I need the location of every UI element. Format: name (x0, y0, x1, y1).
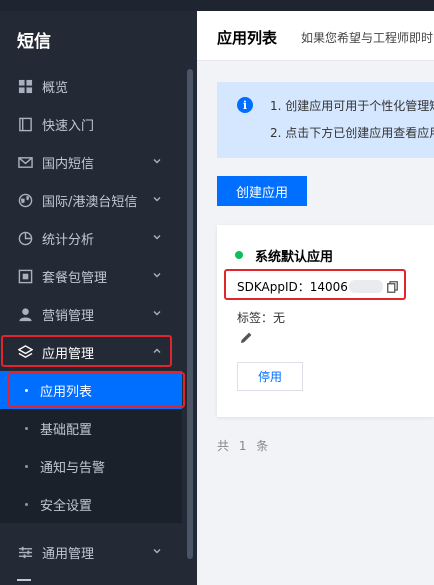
chevron-down-icon (153, 159, 161, 164)
chevron-up-icon (153, 348, 161, 353)
bullet-icon (25, 426, 28, 430)
sidebar-item-label: 通用管理 (42, 546, 95, 562)
tags-value: 无 (273, 311, 286, 325)
sidebar-subitem-basic-config[interactable]: 基础配置 (0, 409, 182, 447)
sdk-value: 14006 (309, 279, 348, 294)
top-bar (0, 0, 434, 11)
info-notice: i 1. 创建应用可用于个性化管理短 2. 点击下方已创建应用查看应用 (217, 82, 434, 158)
sidebar-item-label: 统计分析 (42, 232, 95, 248)
sidebar-item-label: 应用管理 (42, 346, 95, 362)
sdk-app-id: SDKAppID： 14006 (237, 278, 398, 295)
app-card[interactable]: 系统默认应用 SDKAppID： 14006 标签：无 停用 (217, 225, 434, 417)
total-count: 共 1 条 (217, 439, 272, 453)
package-icon (17, 268, 33, 284)
app-name: 系统默认应用 (255, 250, 334, 265)
sidebar-item-label: 概览 (42, 80, 69, 96)
bullet-icon (25, 502, 28, 506)
status-dot (235, 251, 243, 259)
info-icon: i (237, 97, 253, 113)
sidebar-item-label: 营销管理 (42, 308, 95, 324)
sidebar-item-quickstart[interactable]: 快速入门 (0, 105, 182, 143)
create-app-button[interactable]: 创建应用 (217, 176, 307, 206)
mail-icon (17, 154, 33, 170)
sidebar-subitem-security[interactable]: 安全设置 (0, 485, 182, 523)
redacted-area (348, 280, 383, 293)
bullet-icon (25, 388, 28, 392)
sidebar-item-app-management[interactable]: 应用管理 (0, 333, 182, 371)
notice-line-1: 1. 创建应用可用于个性化管理短 (270, 99, 434, 113)
sidebar-item-label: 国内短信 (42, 156, 95, 172)
chevron-down-icon (153, 197, 161, 202)
sidebar-subitem-notifications[interactable]: 通知与告警 (0, 447, 182, 485)
tags-row: 标签：无 (237, 309, 285, 326)
sliders-icon (17, 544, 33, 560)
sidebar-item-label: 套餐包管理 (42, 270, 108, 286)
sidebar-scrollbar[interactable] (187, 69, 193, 559)
sdk-label: SDKAppID： (237, 280, 310, 294)
main-content: 应用列表 如果您希望与工程师即时 i 1. 创建应用可用于个性化管理短 2. 点… (197, 11, 434, 585)
pie-chart-icon (17, 230, 33, 246)
notice-line-2: 2. 点击下方已创建应用查看应用 (270, 126, 434, 140)
sidebar-item-statistics[interactable]: 统计分析 (0, 219, 182, 257)
sidebar-item-intl-sms[interactable]: 国际/港澳台短信 (0, 181, 182, 219)
sidebar-subitem-app-list[interactable]: 应用列表 (0, 371, 182, 409)
header-note: 如果您希望与工程师即时 (301, 31, 434, 45)
sidebar-item-package[interactable]: 套餐包管理 (0, 257, 182, 295)
book-icon (17, 116, 33, 132)
user-icon (17, 306, 33, 322)
chevron-down-icon (153, 273, 161, 278)
sidebar-item-label: 国际/港澳台短信 (42, 194, 138, 210)
chevron-down-icon (153, 311, 161, 316)
edit-icon[interactable] (240, 331, 253, 344)
grid-icon (17, 78, 33, 94)
tags-label: 标签： (237, 311, 274, 325)
sidebar-subitem-label: 基础配置 (40, 422, 93, 438)
chevron-down-icon (153, 235, 161, 240)
sidebar-item-domestic-sms[interactable]: 国内短信 (0, 143, 182, 181)
sidebar-title: 短信 (17, 32, 51, 52)
disable-button[interactable]: 停用 (237, 362, 303, 391)
menu-icon[interactable] (17, 579, 31, 585)
sidebar-subitem-label: 安全设置 (40, 498, 93, 514)
layers-icon (17, 344, 33, 360)
sidebar: 短信 概览 快速入门 国内短信 国际/港澳台短信 统计分析 套餐包管理 营销管理… (0, 11, 197, 585)
sidebar-item-overview[interactable]: 概览 (0, 67, 182, 105)
page-header: 应用列表 如果您希望与工程师即时 (197, 11, 434, 61)
sidebar-subitem-label: 通知与告警 (40, 460, 106, 476)
bullet-icon (25, 464, 28, 468)
chevron-down-icon (153, 549, 161, 554)
sidebar-item-general-management[interactable]: 通用管理 (0, 533, 182, 571)
page-title: 应用列表 (217, 29, 278, 47)
sidebar-item-marketing[interactable]: 营销管理 (0, 295, 182, 333)
globe-icon (17, 192, 33, 208)
copy-icon[interactable] (387, 280, 398, 293)
sidebar-subitem-label: 应用列表 (40, 384, 93, 400)
sidebar-item-label: 快速入门 (42, 118, 95, 134)
